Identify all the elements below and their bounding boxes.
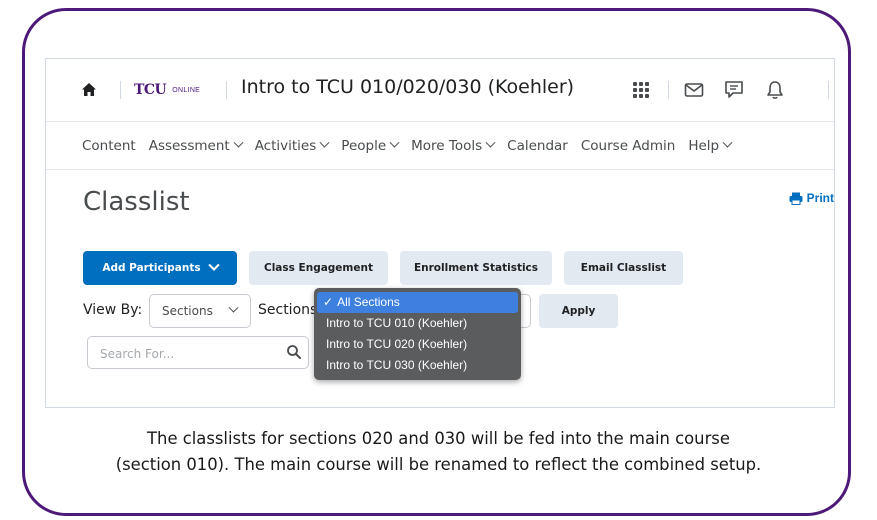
add-participants-label: Add Participants bbox=[102, 262, 201, 274]
search-input[interactable] bbox=[88, 337, 282, 370]
home-icon[interactable] bbox=[80, 81, 98, 99]
nav-course-admin[interactable]: Course Admin bbox=[581, 138, 675, 154]
print-link[interactable]: Print bbox=[789, 191, 834, 205]
course-nav: Content Assessment Activities People Mor… bbox=[46, 122, 834, 170]
caption-line-2: (section 010). The main course will be r… bbox=[115, 455, 762, 474]
divider bbox=[828, 81, 829, 99]
view-by-value: Sections bbox=[162, 304, 213, 318]
dropdown-option-030[interactable]: Intro to TCU 030 (Koehler) bbox=[317, 355, 518, 376]
caption: The classlists for sections 020 and 030 … bbox=[40, 426, 837, 478]
sections-label: Sections bbox=[258, 302, 318, 318]
divider bbox=[226, 81, 227, 99]
chat-icon[interactable] bbox=[723, 79, 745, 101]
apply-button[interactable]: Apply bbox=[539, 294, 618, 328]
print-label: Print bbox=[806, 191, 834, 205]
dropdown-option-all-sections[interactable]: ✓ All Sections bbox=[317, 292, 518, 313]
nav-people[interactable]: People bbox=[341, 137, 400, 154]
enrollment-statistics-label: Enrollment Statistics bbox=[413, 262, 539, 274]
chevron-down-icon bbox=[233, 137, 244, 148]
divider bbox=[668, 81, 669, 99]
checkmark-icon: ✓ bbox=[323, 295, 334, 309]
chevron-down-icon bbox=[319, 137, 330, 148]
bell-icon[interactable] bbox=[764, 79, 786, 101]
nav-label: More Tools bbox=[411, 137, 483, 154]
page-title: Classlist bbox=[83, 187, 190, 217]
nav-help[interactable]: Help bbox=[688, 137, 733, 154]
top-bar: TCU ONLINE Intro to TCU 010/020/030 (Koe… bbox=[46, 59, 834, 122]
nav-label: Help bbox=[688, 137, 720, 154]
caption-line-1: The classlists for sections 020 and 030 … bbox=[147, 429, 730, 448]
nav-label: Course Admin bbox=[580, 137, 676, 154]
chevron-down-icon bbox=[389, 137, 400, 148]
nav-activities[interactable]: Activities bbox=[254, 137, 330, 154]
printer-icon bbox=[789, 192, 803, 205]
email-classlist-label: Email Classlist bbox=[580, 262, 667, 274]
divider bbox=[120, 81, 121, 99]
lms-screenshot: TCU ONLINE Intro to TCU 010/020/030 (Koe… bbox=[45, 58, 835, 408]
nav-more-tools[interactable]: More Tools bbox=[411, 137, 496, 154]
chevron-down-icon bbox=[485, 137, 496, 148]
view-by-select[interactable]: Sections bbox=[149, 294, 251, 328]
search-field bbox=[87, 336, 309, 370]
sections-dropdown-menu: ✓ All Sections Intro to TCU 010 (Koehler)… bbox=[314, 288, 521, 380]
option-label: Intro to TCU 030 (Koehler) bbox=[326, 358, 468, 372]
nav-label: Activities bbox=[254, 137, 317, 154]
class-engagement-button[interactable]: Class Engagement bbox=[249, 251, 388, 285]
view-by-label: View By: bbox=[83, 302, 143, 318]
mail-icon[interactable] bbox=[683, 79, 705, 101]
nav-label: Assessment bbox=[148, 137, 230, 154]
dropdown-option-010[interactable]: Intro to TCU 010 (Koehler) bbox=[317, 313, 518, 334]
apply-label: Apply bbox=[561, 305, 596, 317]
nav-content[interactable]: Content bbox=[82, 138, 136, 154]
nav-calendar[interactable]: Calendar bbox=[507, 138, 568, 154]
logo-sub-text: ONLINE bbox=[172, 86, 201, 94]
course-title[interactable]: Intro to TCU 010/020/030 (Koehler) bbox=[241, 76, 574, 98]
nav-label: People bbox=[341, 137, 387, 154]
dropdown-option-020[interactable]: Intro to TCU 020 (Koehler) bbox=[317, 334, 518, 355]
chevron-down-icon bbox=[228, 302, 239, 313]
class-engagement-label: Class Engagement bbox=[264, 262, 373, 274]
search-icon[interactable] bbox=[286, 344, 302, 360]
enrollment-statistics-button[interactable]: Enrollment Statistics bbox=[400, 251, 552, 285]
nav-label: Calendar bbox=[507, 137, 568, 154]
logo-main-text: TCU bbox=[134, 82, 167, 98]
email-classlist-button[interactable]: Email Classlist bbox=[564, 251, 683, 285]
option-label: All Sections bbox=[337, 295, 400, 309]
nav-assessment[interactable]: Assessment bbox=[148, 137, 244, 154]
nav-label: Content bbox=[82, 137, 136, 154]
chevron-down-icon bbox=[722, 137, 733, 148]
app-grid-icon[interactable] bbox=[630, 79, 652, 101]
add-participants-button[interactable]: Add Participants bbox=[83, 251, 237, 285]
chevron-down-icon bbox=[207, 259, 220, 271]
option-label: Intro to TCU 010 (Koehler) bbox=[326, 316, 468, 330]
option-label: Intro to TCU 020 (Koehler) bbox=[326, 337, 468, 351]
tcu-online-logo[interactable]: TCU ONLINE bbox=[134, 82, 200, 98]
